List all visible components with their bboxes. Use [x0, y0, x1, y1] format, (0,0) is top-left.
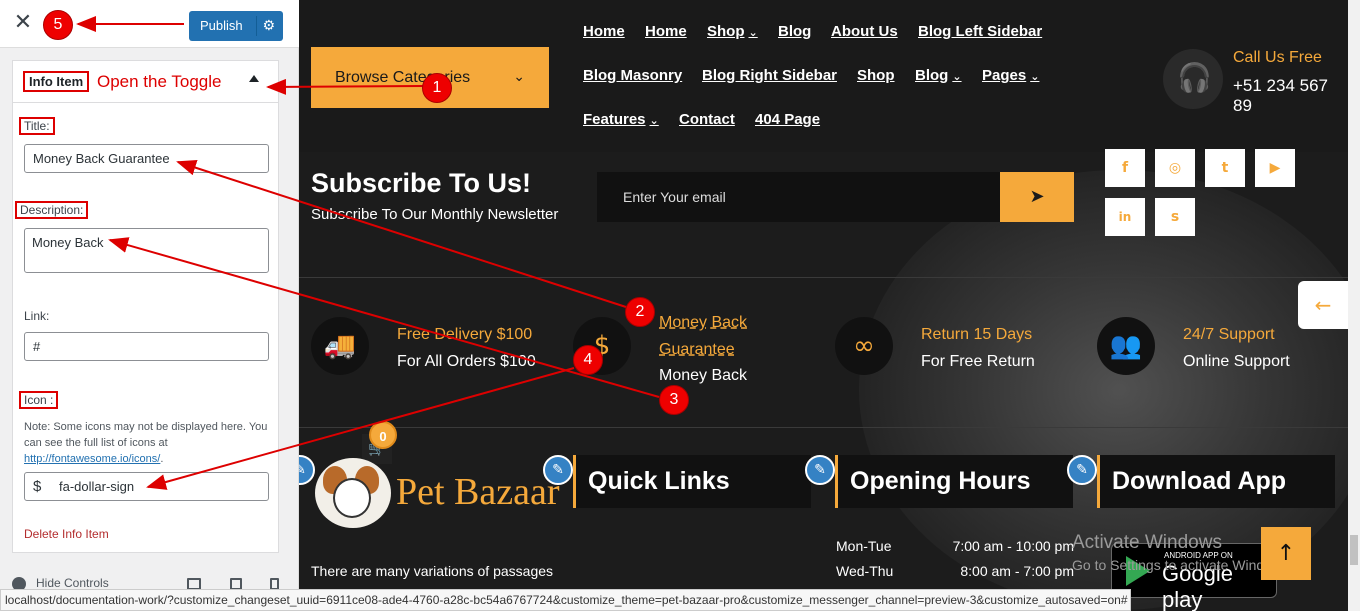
annotation-open-toggle: Open the Toggle — [97, 72, 222, 91]
annotation-number: 3 — [659, 385, 689, 415]
annotation-number: 1 — [422, 73, 452, 103]
annotation-number: 5 — [43, 10, 73, 40]
annotation-number: 2 — [625, 297, 655, 327]
annotation-number: 4 — [573, 345, 603, 375]
screen: ✕ Publish ⚙ Info Item Title: Money Back … — [0, 0, 1360, 611]
